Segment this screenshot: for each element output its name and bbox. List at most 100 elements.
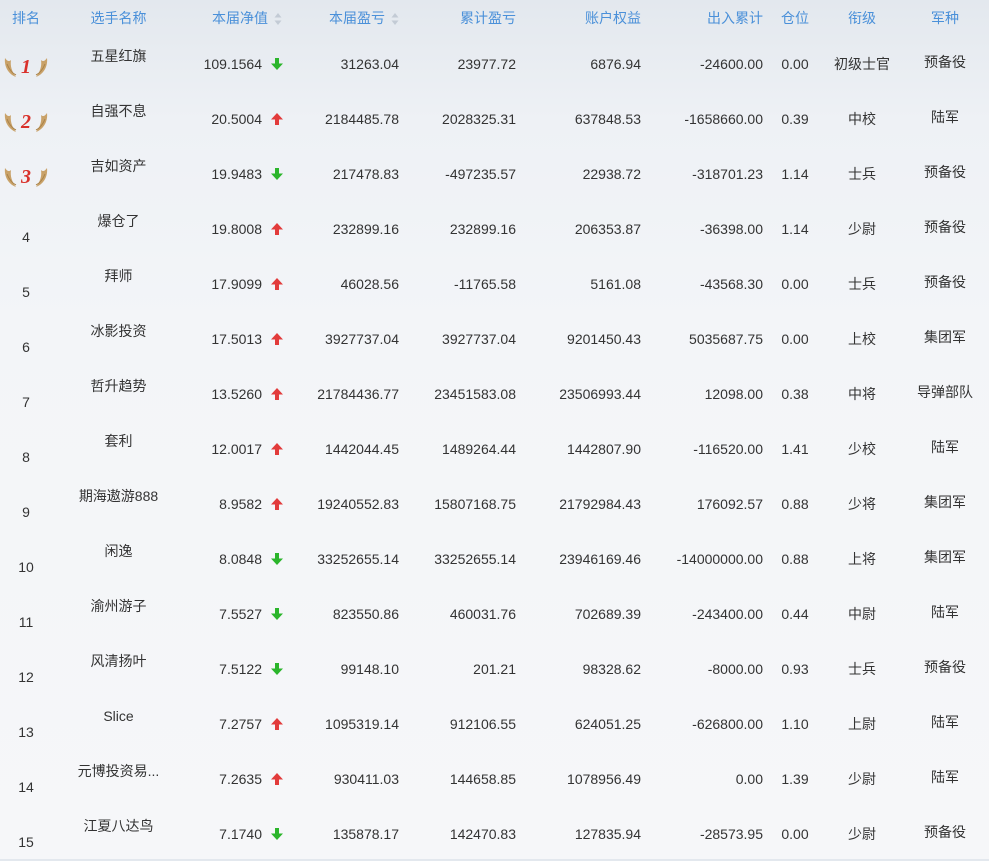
- player-name[interactable]: 哲升趋势: [91, 376, 147, 396]
- cell-net-value: 8.0848: [185, 531, 290, 586]
- header-profit-label: 本届盈亏: [329, 10, 385, 26]
- cell-profit: 2184485.78: [325, 110, 399, 127]
- player-name[interactable]: 期海遨游888: [79, 486, 158, 506]
- cell-name[interactable]: 套利: [52, 421, 185, 476]
- cell-cum-profit: -497235.57: [445, 165, 516, 182]
- table-row[interactable]: 13 Slice 7.2757 1095319.14 912106.55 624051.2…: [0, 696, 989, 751]
- player-name[interactable]: 吉如资产: [91, 156, 147, 176]
- cell-name[interactable]: 期海遨游888: [52, 476, 185, 531]
- cell-military-rank: 少校: [848, 440, 876, 457]
- rank-number: 9: [22, 503, 30, 520]
- cell-profit: 1095319.14: [325, 715, 399, 732]
- cell-name[interactable]: 爆仓了: [52, 201, 185, 256]
- cell-equity: 702689.39: [574, 605, 641, 622]
- cell-profit: 33252655.14: [317, 550, 399, 567]
- player-name[interactable]: 渝州游子: [91, 596, 147, 616]
- cell-equity: 6876.94: [590, 55, 641, 72]
- cell-name[interactable]: 闲逸: [52, 531, 185, 586]
- table-row[interactable]: 9 期海遨游888 8.9582 19240552.83 15807168.75 2179…: [0, 476, 989, 531]
- table-row[interactable]: 5 拜师 17.9099 46028.56 -11765.58 5161.08 -43568…: [0, 256, 989, 311]
- cell-name[interactable]: 吉如资产: [52, 146, 185, 201]
- player-name[interactable]: 爆仓了: [98, 211, 140, 231]
- cell-military-rank: 士兵: [848, 275, 876, 292]
- table-row[interactable]: 14 元博投资易... 7.2635 930411.03 144658.85 107895…: [0, 751, 989, 806]
- cell-arm: 陆军: [901, 91, 989, 146]
- cell-equity: 98328.62: [582, 660, 641, 677]
- cell-flow: -14000000.00: [676, 550, 763, 567]
- header-military-rank[interactable]: 衔级: [823, 0, 901, 36]
- cell-name[interactable]: 拜师: [52, 256, 185, 311]
- cell-flow: 176092.57: [696, 495, 763, 512]
- player-name[interactable]: Slice: [103, 708, 133, 724]
- arm-text: 预备役: [924, 219, 966, 235]
- table-row[interactable]: 10 闲逸 8.0848 33252655.14 33252655.14 23946169…: [0, 531, 989, 586]
- cell-flow: 0.00: [735, 770, 763, 787]
- table-row[interactable]: 2 自强不息 20.5004 2184485.78 2028325.31 637848.5…: [0, 91, 989, 146]
- arm-text: 陆军: [931, 714, 959, 730]
- cell-name[interactable]: 渝州游子: [52, 586, 185, 641]
- cell-position: 1.10: [781, 715, 809, 732]
- table-row[interactable]: 3 吉如资产 19.9483 217478.83 -497235.57 22938.72 -…: [0, 146, 989, 201]
- table-row[interactable]: 11 渝州游子 7.5527 823550.86 460031.76 702689.39 -…: [0, 586, 989, 641]
- header-name[interactable]: 选手名称: [52, 0, 185, 36]
- cell-position: 0.00: [781, 55, 809, 72]
- player-name[interactable]: 江夏八达鸟: [84, 816, 154, 836]
- cell-flow: -116520.00: [693, 440, 763, 457]
- table-row[interactable]: 4 爆仓了 19.8008 232899.16 232899.16 206353.87 -3…: [0, 201, 989, 256]
- player-name[interactable]: 五星红旗: [91, 46, 147, 66]
- table-row[interactable]: 12 风清扬叶 7.5122 99148.10 201.21 98328.62 -8000.…: [0, 641, 989, 696]
- table-row[interactable]: 6 冰影投资 17.5013 3927737.04 3927737.04 9201450.…: [0, 311, 989, 366]
- cell-name[interactable]: 风清扬叶: [52, 641, 185, 696]
- header-net-value[interactable]: 本届净值: [185, 0, 290, 36]
- cell-name[interactable]: Slice: [52, 696, 185, 751]
- cell-name[interactable]: 冰影投资: [52, 311, 185, 366]
- table-row[interactable]: 7 哲升趋势 13.5260 21784436.77 23451583.08 235069…: [0, 366, 989, 421]
- sort-icon[interactable]: [391, 12, 399, 26]
- header-cum-profit[interactable]: 累计盈亏: [407, 0, 524, 36]
- player-name[interactable]: 自强不息: [91, 101, 147, 121]
- table-row[interactable]: 15 江夏八达鸟 7.1740 135878.17 142470.83 127835.94…: [0, 806, 989, 861]
- cell-net-value: 7.2757: [185, 696, 290, 751]
- player-name[interactable]: 冰影投资: [91, 321, 147, 341]
- cell-net-value: 20.5004: [185, 91, 290, 146]
- rank-number: 10: [18, 558, 34, 575]
- player-name[interactable]: 元博投资易...: [78, 761, 160, 781]
- cell-name[interactable]: 哲升趋势: [52, 366, 185, 421]
- player-name[interactable]: 套利: [105, 431, 133, 451]
- cell-name[interactable]: 元博投资易...: [52, 751, 185, 806]
- cell-cum-profit: 144658.85: [449, 770, 516, 787]
- table-row[interactable]: 8 套利 12.0017 1442044.45 1489264.44 1442807.90…: [0, 421, 989, 476]
- header-equity[interactable]: 账户权益: [524, 0, 641, 36]
- arm-text: 预备役: [924, 164, 966, 180]
- header-position[interactable]: 仓位: [767, 0, 823, 36]
- table-row[interactable]: 1 五星红旗 109.1564 31263.04 23977.72 6876.94 -246…: [0, 36, 989, 91]
- cell-profit: 217478.83: [332, 165, 399, 182]
- cell-name[interactable]: 江夏八达鸟: [52, 806, 185, 861]
- player-name[interactable]: 拜师: [105, 266, 133, 286]
- header-profit[interactable]: 本届盈亏: [290, 0, 407, 36]
- arm-text: 预备役: [924, 659, 966, 675]
- cell-equity: 206353.87: [574, 220, 641, 237]
- header-arm[interactable]: 军种: [901, 0, 989, 36]
- cell-arm: 导弹部队: [901, 366, 989, 421]
- cell-name[interactable]: 五星红旗: [52, 36, 185, 91]
- player-name[interactable]: 风清扬叶: [91, 651, 147, 671]
- arrow-down-icon: [270, 57, 284, 71]
- arrow-up-icon: [270, 112, 284, 126]
- cell-flow: -318701.23: [692, 165, 763, 182]
- rank-number: 14: [18, 778, 34, 795]
- cell-cum-profit: 15807168.75: [434, 495, 516, 512]
- cell-net-value: 7.5527: [185, 586, 290, 641]
- cell-name[interactable]: 自强不息: [52, 91, 185, 146]
- header-rank[interactable]: 排名: [0, 0, 52, 36]
- cell-arm: 预备役: [901, 256, 989, 311]
- arm-text: 陆军: [931, 109, 959, 125]
- cell-position: 0.00: [781, 275, 809, 292]
- arm-text: 陆军: [931, 769, 959, 785]
- player-name[interactable]: 闲逸: [105, 541, 133, 561]
- cell-net-value: 109.1564: [185, 36, 290, 91]
- sort-icon[interactable]: [274, 12, 282, 26]
- cell-rank: 7: [0, 366, 52, 421]
- header-flow[interactable]: 出入累计: [641, 0, 767, 36]
- cell-flow: 5035687.75: [689, 330, 763, 347]
